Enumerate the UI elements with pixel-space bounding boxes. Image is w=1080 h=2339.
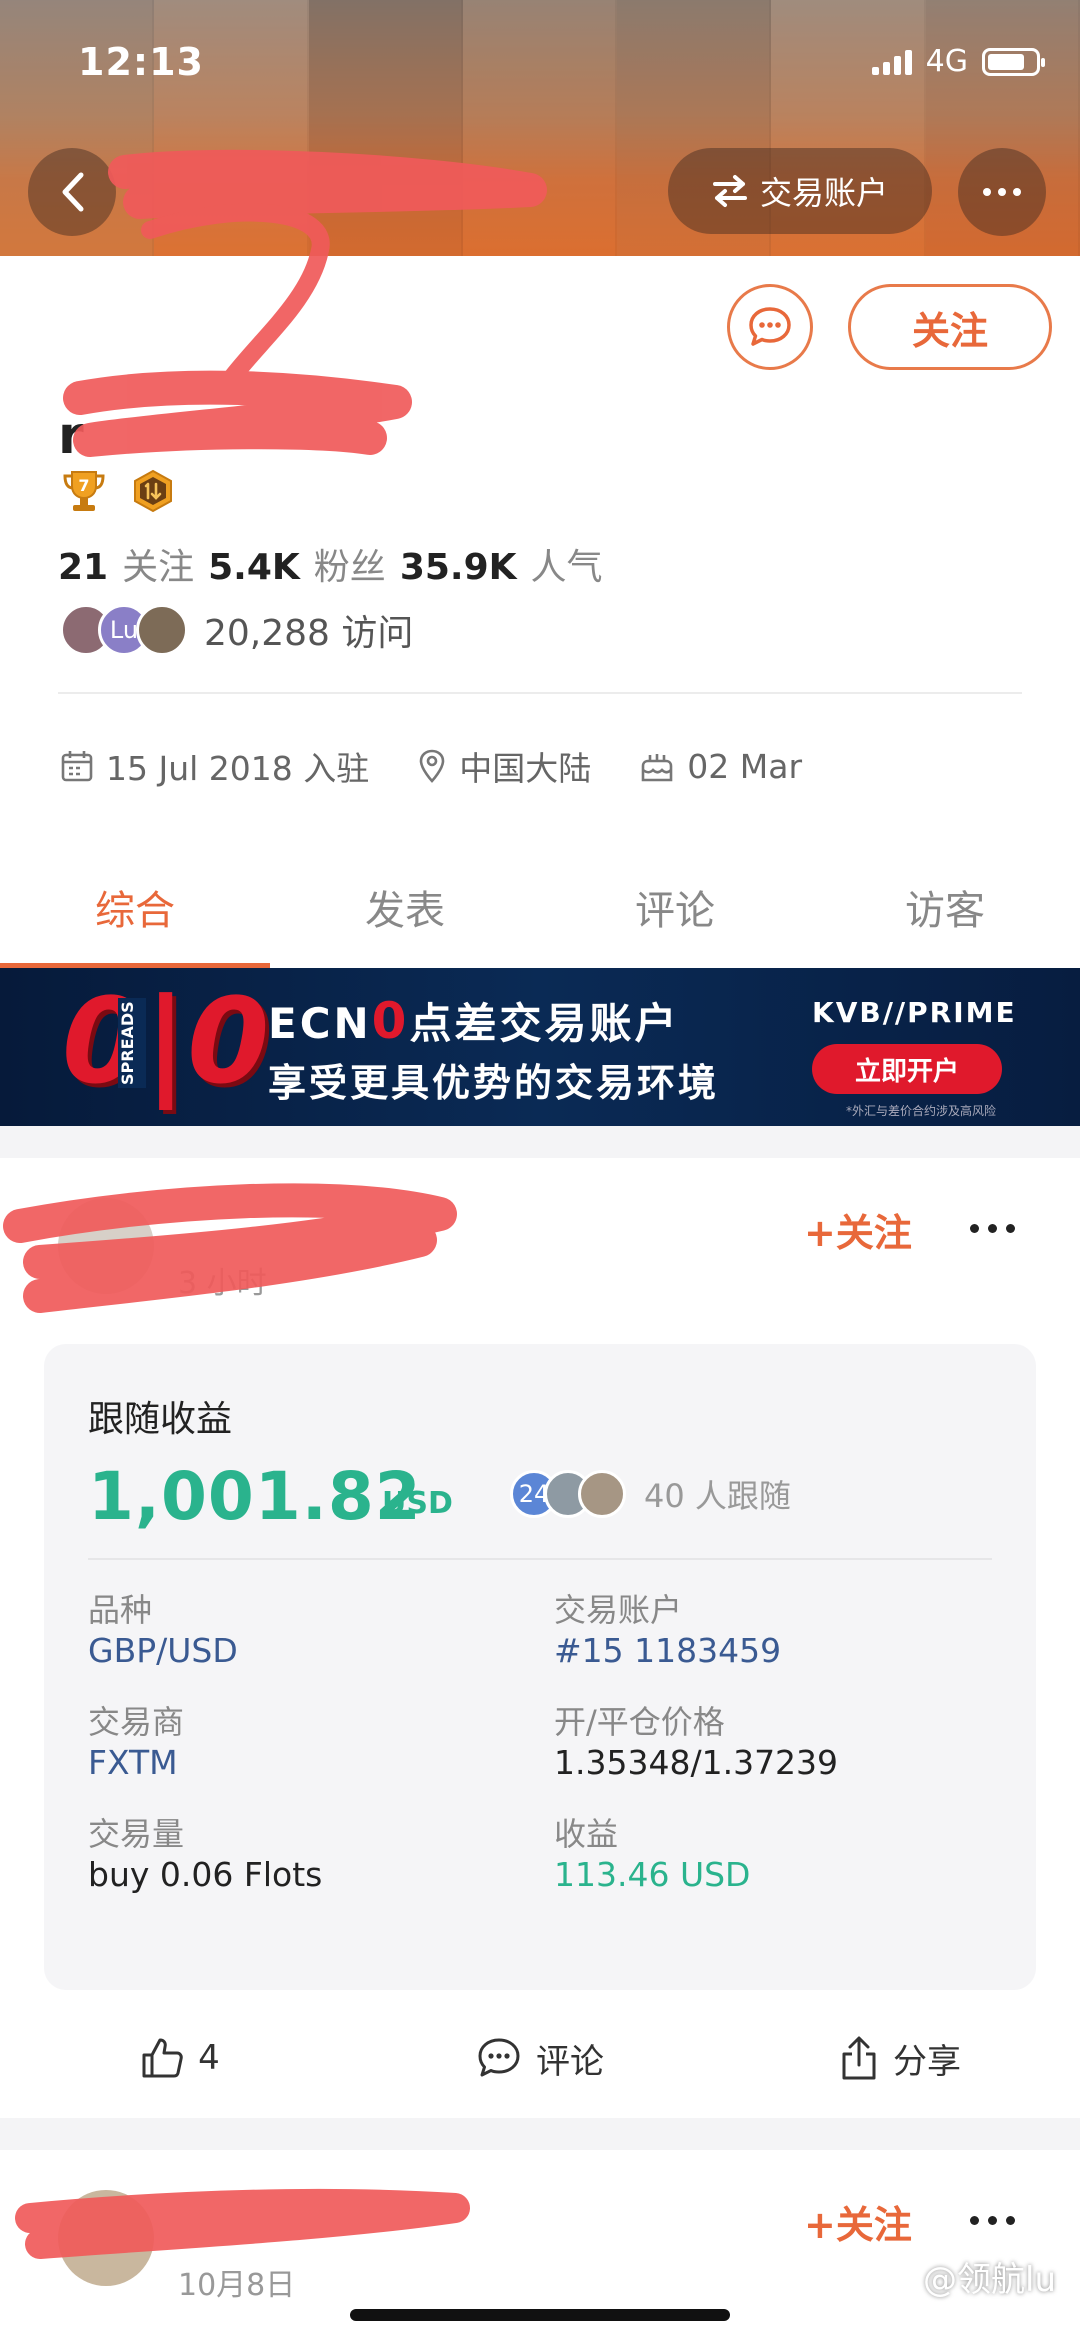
post-more-button[interactable]	[970, 2216, 1015, 2225]
comment-button[interactable]: 评论	[360, 2008, 720, 2108]
following-count[interactable]: 21	[58, 547, 108, 588]
avatar	[578, 1470, 626, 1518]
birthday: 02 Mar	[639, 747, 802, 786]
copy-followers[interactable]: 24 40 人跟随	[510, 1470, 791, 1518]
profile-tabs: 综合 发表 评论 访客	[0, 856, 1080, 968]
location-pin-icon	[419, 749, 445, 783]
comment-icon	[478, 2038, 520, 2077]
like-count: 4	[198, 2038, 220, 2078]
badge-row: 7	[60, 468, 176, 514]
fans-count[interactable]: 5.4K	[208, 547, 300, 588]
message-button[interactable]	[727, 284, 813, 370]
share-label: 分享	[893, 2041, 961, 2082]
visitor-avatars: Lu	[60, 604, 188, 656]
avatar	[136, 604, 188, 656]
verified-trader-badge-icon	[134, 469, 172, 513]
share-icon	[842, 2036, 876, 2080]
detail-profit: 收益 113.46 USD	[554, 1815, 751, 1894]
profit-amount: 1,001.82	[88, 1458, 422, 1535]
popularity-label: 人气	[530, 547, 603, 588]
follow-button[interactable]: 关注	[848, 284, 1052, 370]
tab-comments[interactable]: 评论	[540, 856, 810, 968]
avatar[interactable]	[58, 2190, 154, 2286]
birthday-cake-icon	[641, 754, 673, 782]
location: 中国大陆	[417, 742, 591, 790]
detail-account: 交易账户 #15 1183459	[554, 1591, 782, 1670]
visit-count: 20,288 访问	[204, 613, 414, 654]
thumbs-up-icon	[142, 2038, 183, 2078]
profile-meta: 15 Jul 2018 入驻 中国大陆 02 Mar	[60, 742, 802, 790]
switch-account-label: 交易账户	[759, 174, 888, 212]
detail-open-close-price: 开/平仓价格 1.35348/1.37239	[554, 1703, 839, 1782]
status-time: 12:13	[78, 40, 204, 84]
banner-zero-graphic: 0|0	[62, 972, 270, 1110]
trade-details: 品种 GBP/USD 交易账户 #15 1183459 交易商 FXTM 开/平…	[88, 1590, 998, 1896]
copy-trade-profit-card[interactable]: 跟随收益 1,001.82 USD 24 40 人跟随 品种 GBP/USD 交…	[44, 1344, 1036, 1990]
followers-text: 40 人跟随	[644, 1477, 791, 1515]
avatar[interactable]	[58, 1198, 154, 1294]
location-text: 中国大陆	[459, 749, 592, 788]
profit-unit: USD	[382, 1486, 453, 1521]
post-card: 3 小时 +关注 跟随收益 1,001.82 USD 24 40 人跟随 品种 …	[0, 1158, 1080, 2118]
fans-label: 粉丝	[313, 547, 386, 588]
follow-author-button[interactable]: +关注	[804, 2194, 912, 2249]
share-button[interactable]: 分享	[720, 2008, 1080, 2108]
tab-posts[interactable]: 发表	[270, 856, 540, 968]
detail-volume: 交易量 buy 0.06 Flots	[88, 1815, 323, 1894]
signal-icon	[871, 49, 912, 75]
joined-text: 15 Jul 2018 入驻	[106, 749, 370, 788]
banner-subheadline: 享受更具优势的交易环境	[268, 1061, 720, 1105]
chat-bubble-icon	[749, 307, 791, 346]
swap-icon	[712, 175, 747, 207]
home-indicator	[350, 2309, 730, 2321]
post-more-button[interactable]	[970, 1224, 1015, 1233]
post-time: 3 小时	[178, 1266, 267, 1301]
detail-symbol: 品种 GBP/USD	[88, 1591, 238, 1670]
like-button[interactable]: 4	[0, 2008, 360, 2108]
tab-overview[interactable]: 综合	[0, 856, 270, 968]
profile-stats: 21 关注 5.4K 粉丝 35.9K 人气	[58, 538, 603, 590]
follow-author-button[interactable]: +关注	[804, 1202, 912, 1257]
ad-banner[interactable]: 0|0 SPREADS ECN0点差交易账户 享受更具优势的交易环境 KVB//…	[0, 968, 1080, 1126]
banner-spreads-tag: SPREADS	[118, 998, 146, 1088]
following-label: 关注	[122, 547, 195, 588]
joined-date: 15 Jul 2018 入驻	[60, 742, 369, 790]
tab-visitors[interactable]: 访客	[810, 856, 1080, 968]
network-type: 4G	[925, 44, 968, 79]
birthday-text: 02 Mar	[687, 746, 803, 786]
switch-account-button[interactable]: 交易账户	[668, 148, 932, 234]
watermark: @领航lu	[923, 2260, 1056, 2300]
banner-open-account-button[interactable]: 立即开户	[812, 1044, 1002, 1094]
profit-title: 跟随收益	[88, 1399, 233, 1440]
battery-icon	[982, 47, 1045, 76]
comment-label: 评论	[536, 2041, 604, 2082]
profile-name: r	[58, 406, 84, 466]
visitors-row[interactable]: Lu 20,288 访问	[60, 604, 413, 656]
trophy-icon: 7	[63, 471, 105, 511]
trophy-level: 7	[78, 476, 89, 495]
banner-headline: ECN0点差交易账户	[268, 992, 680, 1050]
divider	[88, 1558, 992, 1560]
popularity-count: 35.9K	[399, 547, 517, 588]
detail-broker: 交易商 FXTM	[88, 1703, 185, 1782]
back-button[interactable]	[28, 148, 116, 236]
banner-brand-logo: KVB//PRIME	[812, 996, 1017, 1029]
profile-card: 关注 r 7 21 关注 5.4K 粉丝 35.9K 人气 Lu 20,288 …	[0, 256, 1080, 971]
chevron-left-icon	[62, 172, 84, 212]
divider	[58, 692, 1022, 694]
more-options-button[interactable]	[958, 148, 1046, 236]
post-actions: 4 评论 分享	[0, 2008, 1080, 2108]
calendar-icon	[61, 751, 93, 782]
banner-disclaimer: *外汇与差价合约涉及高风险	[846, 1104, 997, 1118]
post-date: 10月8日	[178, 2268, 296, 2303]
follower-avatars: 24	[510, 1470, 626, 1518]
status-indicators: 4G	[871, 44, 1045, 79]
